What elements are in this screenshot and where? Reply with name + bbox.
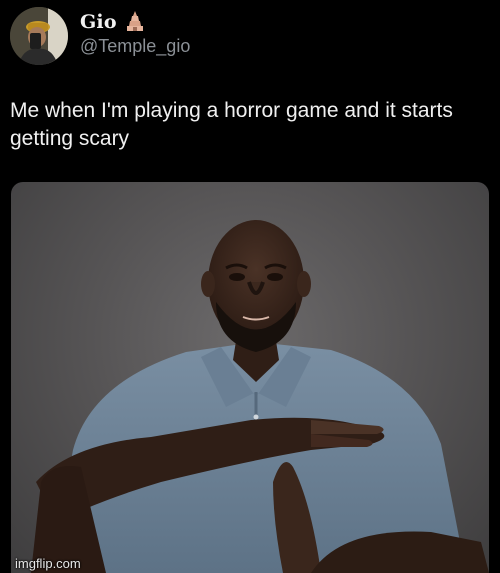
name-row: Gio	[80, 11, 190, 33]
temple-icon	[125, 11, 145, 33]
tweet-header: Gio @Temple_gio	[10, 6, 190, 66]
handle[interactable]: @Temple_gio	[80, 36, 190, 57]
display-name[interactable]: Gio	[80, 11, 117, 33]
tweet-text: Me when I'm playing a horror game and it…	[10, 99, 453, 150]
imgflip-watermark: imgflip.com	[15, 556, 81, 571]
avatar-photo-icon	[10, 7, 68, 65]
author-info: Gio @Temple_gio	[80, 11, 190, 57]
avatar[interactable]	[10, 7, 68, 65]
tweet-screenshot: Gio @Temple_gio Me when I'm playing a ho…	[0, 0, 500, 573]
timeout-gesture-photo	[31, 220, 489, 573]
tweet-media-image[interactable]: imgflip.com	[11, 182, 489, 573]
